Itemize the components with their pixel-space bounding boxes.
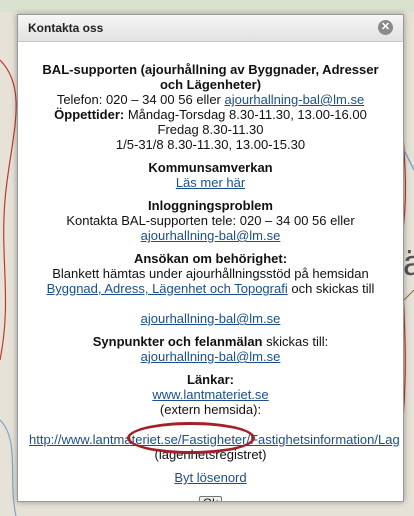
fastighet-note: (lägenhetsregistret) <box>154 447 267 462</box>
dialog-titlebar[interactable]: Kontakta oss ✕ <box>18 15 403 42</box>
lantmateriet-note: (extern hemsida): <box>159 402 262 417</box>
support-phone: Telefon: 020 – 34 00 56 eller <box>56 92 221 107</box>
apply-text-end: och skickas till <box>291 281 375 296</box>
svg-text:ä: ä <box>403 242 414 283</box>
hours-weekdays: Måndag-Torsdag 8.30-11.30, 13.00-16.00 <box>127 107 367 122</box>
contact-dialog: Kontakta oss ✕ BAL-supporten (ajourhålln… <box>17 14 404 502</box>
feedback-email-link[interactable]: ajourhallning-bal@lm.se <box>141 349 281 364</box>
dialog-title: Kontakta oss <box>28 21 104 35</box>
dialog-content: BAL-supporten (ajourhållning av Byggnade… <box>18 42 403 501</box>
feedback-section: Synpunkter och felanmälan skickas till: … <box>18 334 403 364</box>
login-section: Inloggningsproblem Kontakta BAL-supporte… <box>18 198 403 243</box>
apply-form-link[interactable]: Byggnad, Adress, Lägenhet och Topografi <box>47 281 288 296</box>
ok-button[interactable]: Ok <box>198 496 223 501</box>
support-phone-line: Telefon: 020 – 34 00 56 eller ajourhalln… <box>18 92 403 107</box>
feedback-heading: Synpunkter och felanmälan <box>92 334 263 349</box>
apply-heading: Ansökan om behörighet: <box>133 251 288 266</box>
login-heading: Inloggningsproblem <box>148 198 273 213</box>
support-email-link[interactable]: ajourhallning-bal@lm.se <box>225 92 365 107</box>
apply-section: Ansökan om behörighet: Blankett hämtas u… <box>18 251 403 326</box>
kommun-heading: Kommunsamverkan <box>148 160 273 175</box>
hours-summer: 1/5-31/8 8.30-11.30, 13.00-15.30 <box>115 137 306 152</box>
change-password-link[interactable]: Byt lösenord <box>174 470 246 485</box>
hours-label: Öppettider: <box>54 107 125 122</box>
support-heading: BAL-supporten (ajourhållning av Byggnade… <box>42 62 379 92</box>
login-text: Kontakta BAL-supporten tele: 020 – 34 00… <box>66 213 355 228</box>
lantmateriet-link[interactable]: www.lantmateriet.se <box>152 387 268 402</box>
login-email-link[interactable]: ajourhallning-bal@lm.se <box>141 228 281 243</box>
close-icon[interactable]: ✕ <box>378 20 393 35</box>
support-hours-line: Öppettider: Måndag-Torsdag 8.30-11.30, 1… <box>18 107 403 122</box>
kommun-read-more-link[interactable]: Läs mer här <box>176 175 245 190</box>
kommun-section: Kommunsamverkan Läs mer här <box>18 160 403 190</box>
apply-text: Blankett hämtas under ajourhållningsstöd… <box>52 266 369 281</box>
long-url-line: http://www.lantmateriet.se/Fastigheter/F… <box>18 432 403 447</box>
fastighet-link[interactable]: http://www.lantmateriet.se/Fastigheter/F… <box>29 432 400 447</box>
feedback-line: Synpunkter och felanmälan skickas till: <box>18 334 403 349</box>
links-section: Länkar: www.lantmateriet.se (extern hems… <box>18 372 403 485</box>
feedback-text: skickas till: <box>266 334 329 349</box>
support-section: BAL-supporten (ajourhållning av Byggnade… <box>18 62 403 152</box>
apply-link-line: Byggnad, Adress, Lägenhet och Topografi … <box>18 281 403 296</box>
hours-friday: Fredag 8.30-11.30 <box>157 122 264 137</box>
links-heading: Länkar: <box>187 372 234 387</box>
apply-email-link[interactable]: ajourhallning-bal@lm.se <box>141 311 281 326</box>
